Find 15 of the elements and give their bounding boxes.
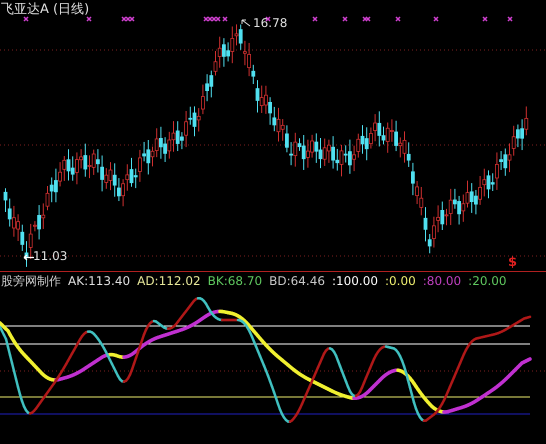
legend-item: AD:112.02 <box>137 274 201 288</box>
legend-item: BD:64.46 <box>269 274 325 288</box>
legend-item: :80.00 <box>422 274 462 288</box>
leader-line <box>23 254 34 261</box>
legend-item: :100.00 <box>332 274 378 288</box>
legend-item: :20.00 <box>468 274 507 288</box>
price-label: 16.78 <box>253 16 288 30</box>
chart-title: 飞亚达A (日线) <box>1 1 90 18</box>
legend-item: :0.00 <box>385 274 416 288</box>
price-label: 11.03 <box>33 249 68 263</box>
signal-mark: $ <box>508 255 518 270</box>
legend-item: BK:68.70 <box>208 274 262 288</box>
legend-item: AK:113.40 <box>68 274 130 288</box>
legend-item: 股旁网制作 <box>1 272 61 290</box>
leader-line <box>241 19 251 27</box>
